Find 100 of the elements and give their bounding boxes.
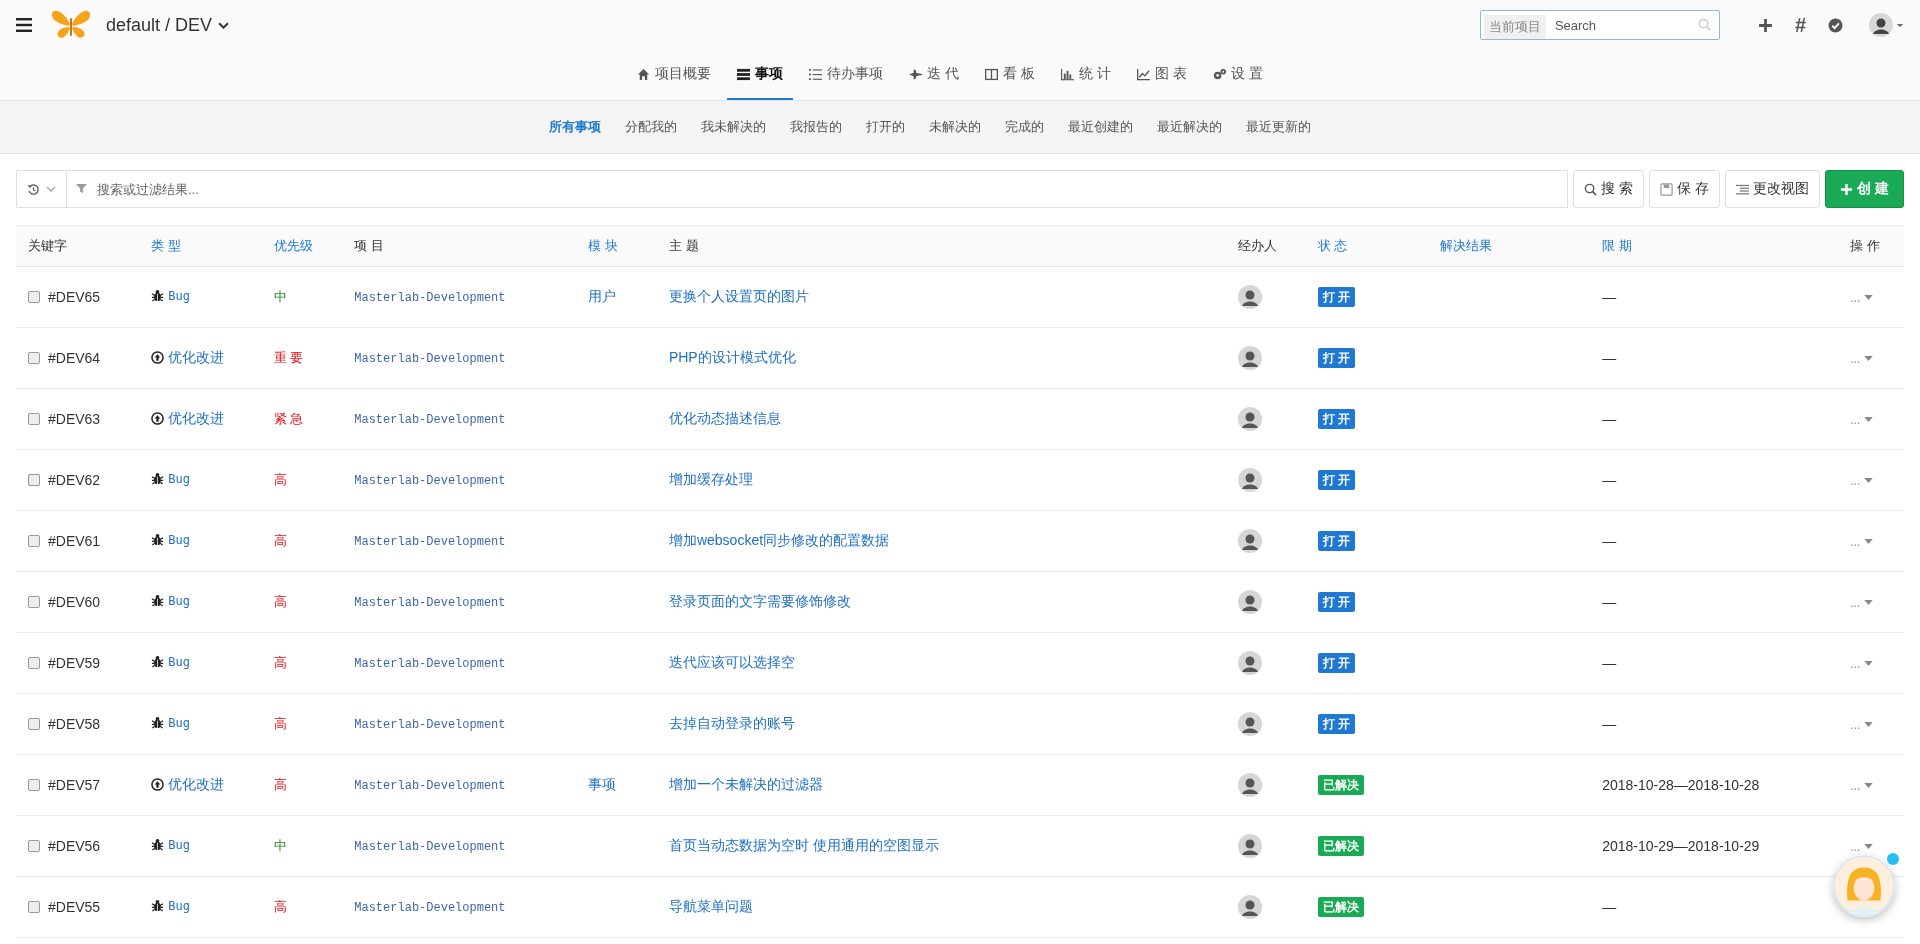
project-link[interactable]: Masterlab-Development	[354, 718, 506, 732]
filter-link[interactable]: 最近创建的	[1068, 118, 1133, 136]
issue-subject-link[interactable]: 首页当动态数据为空时 使用通用的空图显示	[668, 837, 939, 853]
row-checkbox[interactable]	[28, 656, 40, 669]
filter-link[interactable]: 打开的	[866, 118, 905, 136]
issue-subject-link[interactable]: 优化动态描述信息	[668, 410, 781, 426]
issue-subject-link[interactable]: 增加一个未解决的过滤器	[668, 776, 823, 792]
issue-key[interactable]: #DEV61	[48, 532, 101, 549]
column-header[interactable]: 模 块	[588, 238, 618, 253]
issue-key[interactable]: #DEV59	[48, 654, 101, 671]
nav-tab[interactable]: 统 计	[1051, 50, 1121, 100]
more-actions-button[interactable]: ...	[1850, 290, 1861, 305]
column-header[interactable]: 状 态	[1317, 238, 1348, 253]
row-checkbox[interactable]	[28, 290, 40, 303]
project-link[interactable]: Masterlab-Development	[354, 901, 506, 915]
more-actions-button[interactable]: ...	[1850, 534, 1861, 549]
more-actions-button[interactable]: ...	[1850, 839, 1861, 854]
column-header[interactable]: 类 型	[151, 238, 181, 253]
issue-subject-link[interactable]: PHP的设计模式优化	[668, 349, 796, 365]
nav-tab[interactable]: 项目概要	[627, 50, 722, 100]
filter-link[interactable]: 最近更新的	[1246, 118, 1311, 136]
issue-subject-link[interactable]: 登录页面的文字需要修饰修改	[668, 593, 851, 609]
nav-tab[interactable]: 迭 代	[899, 50, 970, 100]
module-link[interactable]: 事项	[588, 776, 617, 792]
column-header[interactable]: 优先级	[273, 238, 313, 253]
search-button[interactable]: 搜 索	[1573, 170, 1645, 208]
view-button[interactable]: 更改视图	[1725, 170, 1821, 208]
more-actions-button[interactable]: ...	[1850, 717, 1861, 732]
status-badge: 已解决	[1317, 774, 1364, 795]
more-actions-button[interactable]: ...	[1850, 778, 1861, 793]
assistant-avatar-icon[interactable]	[1833, 855, 1895, 917]
check-circle-icon[interactable]	[1828, 17, 1843, 33]
issue-subject-link[interactable]: 更换个人设置页的图片	[668, 288, 809, 304]
project-link[interactable]: Masterlab-Development	[354, 352, 506, 366]
filter-link[interactable]: 最近解决的	[1157, 118, 1222, 136]
user-avatar-icon[interactable]	[1869, 13, 1893, 37]
more-actions-button[interactable]: ...	[1850, 595, 1861, 610]
hash-button[interactable]: #	[1794, 13, 1806, 37]
column-header[interactable]: 限 期	[1602, 238, 1632, 253]
row-checkbox[interactable]	[28, 412, 40, 425]
create-button[interactable]: 创 建	[1825, 170, 1904, 208]
project-link[interactable]: Masterlab-Development	[354, 474, 506, 488]
project-link[interactable]: Masterlab-Development	[354, 413, 506, 427]
module-link[interactable]: 用户	[588, 288, 617, 304]
issue-key[interactable]: #DEV65	[48, 288, 101, 305]
project-link[interactable]: Masterlab-Development	[354, 535, 506, 549]
row-checkbox[interactable]	[28, 717, 40, 730]
issue-key[interactable]: #DEV58	[48, 715, 101, 732]
issue-subject-link[interactable]: 增加websocket同步修改的配置数据	[668, 532, 890, 548]
column-header[interactable]: 解决结果	[1440, 238, 1492, 253]
filter-link[interactable]: 未解决的	[929, 118, 981, 136]
nav-tab[interactable]: 图 表	[1126, 50, 1197, 100]
issue-subject-link[interactable]: 导航菜单问题	[668, 898, 753, 914]
more-actions-button[interactable]: ...	[1850, 351, 1861, 366]
caret-icon[interactable]	[1896, 22, 1904, 28]
nav-tab[interactable]: 看 板	[975, 50, 1046, 100]
issue-type: Bug	[168, 593, 190, 608]
issue-key[interactable]: #DEV63	[48, 410, 101, 427]
issue-subject-link[interactable]: 迭代应该可以选择空	[668, 654, 795, 670]
filter-search-field[interactable]: 搜索或过滤结果...	[66, 170, 1569, 208]
menu-icon[interactable]	[16, 18, 32, 32]
row-checkbox[interactable]	[28, 473, 40, 486]
arrow-up-circle-icon	[151, 412, 165, 426]
plane-icon	[909, 67, 923, 81]
butterfly-logo[interactable]	[50, 10, 92, 40]
project-link[interactable]: Masterlab-Development	[354, 779, 506, 793]
nav-tab[interactable]: 设 置	[1202, 50, 1273, 100]
row-checkbox[interactable]	[28, 839, 40, 852]
notification-dot	[1887, 853, 1899, 865]
plus-icon[interactable]	[1757, 17, 1773, 33]
row-checkbox[interactable]	[28, 534, 40, 547]
issue-key[interactable]: #DEV60	[48, 593, 101, 610]
filter-link[interactable]: 我未解决的	[701, 118, 766, 136]
project-link[interactable]: Masterlab-Development	[354, 657, 506, 671]
caret-icon[interactable]	[218, 21, 230, 29]
row-checkbox[interactable]	[28, 351, 40, 364]
issue-key[interactable]: #DEV55	[48, 898, 101, 915]
more-actions-button[interactable]: ...	[1850, 656, 1861, 671]
row-checkbox[interactable]	[28, 595, 40, 608]
project-link[interactable]: Masterlab-Development	[354, 291, 506, 305]
more-actions-button[interactable]: ...	[1850, 473, 1861, 488]
save-button[interactable]: 保 存	[1649, 170, 1721, 208]
filter-link[interactable]: 分配我的	[625, 118, 677, 136]
filter-link[interactable]: 所有事项	[549, 118, 601, 136]
issue-key[interactable]: #DEV64	[48, 349, 101, 366]
filter-link[interactable]: 完成的	[1005, 118, 1044, 136]
issue-subject-link[interactable]: 增加缓存处理	[668, 471, 753, 487]
row-checkbox[interactable]	[28, 900, 40, 913]
nav-tab[interactable]: 待办事项	[799, 50, 894, 100]
filter-link[interactable]: 我报告的	[790, 118, 842, 136]
row-checkbox[interactable]	[28, 778, 40, 791]
project-link[interactable]: Masterlab-Development	[354, 840, 506, 854]
issue-key[interactable]: #DEV62	[48, 471, 101, 488]
project-link[interactable]: Masterlab-Development	[354, 596, 506, 610]
issue-subject-link[interactable]: 去掉自动登录的账号	[668, 715, 795, 731]
more-actions-button[interactable]: ...	[1850, 412, 1861, 427]
history-dropdown[interactable]	[16, 170, 66, 208]
issue-key[interactable]: #DEV56	[48, 837, 101, 854]
project-switcher[interactable]: default / DEV	[106, 14, 213, 36]
issue-key[interactable]: #DEV57	[48, 776, 101, 793]
